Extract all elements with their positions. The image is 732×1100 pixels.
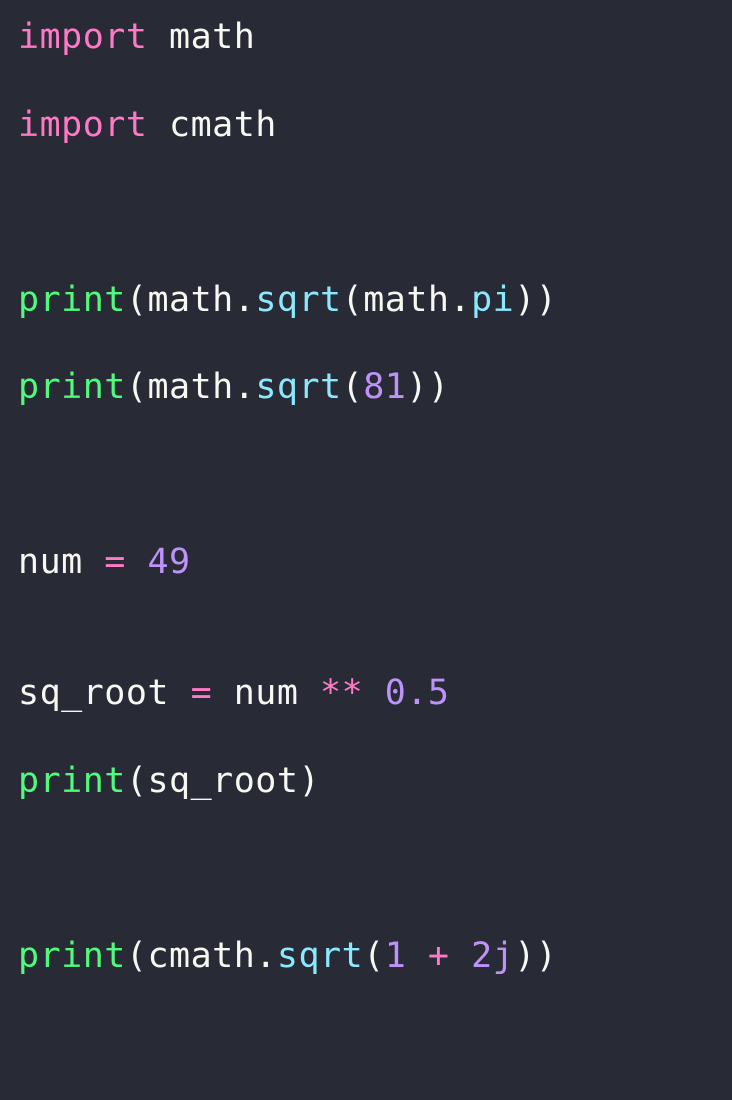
token-operator: + [428, 936, 450, 976]
token-default: cmath [147, 936, 255, 976]
token-default: . [234, 280, 256, 320]
token-paren: )) [514, 280, 557, 320]
token-default: math [147, 280, 233, 320]
token-paren: ( [126, 761, 148, 801]
token-default [449, 936, 471, 976]
token-method: sqrt [255, 367, 341, 407]
token-default: num [18, 542, 104, 582]
token-method: pi [471, 280, 514, 320]
token-default: cmath [147, 105, 276, 145]
token-paren: ( [363, 936, 385, 976]
token-default: math [147, 17, 255, 57]
token-builtin: print [18, 280, 126, 320]
token-default: math [147, 367, 233, 407]
token-operator: ** [320, 673, 363, 713]
token-builtin: print [18, 367, 126, 407]
token-number: 1 [385, 936, 407, 976]
token-operator: = [191, 673, 213, 713]
token-paren: ( [342, 280, 364, 320]
token-default: sq_root [147, 761, 298, 801]
token-keyword: import [18, 17, 147, 57]
token-default: sq_root [18, 673, 191, 713]
token-default [126, 542, 148, 582]
token-paren: ( [126, 367, 148, 407]
token-paren: )) [514, 936, 557, 976]
token-method: sqrt [255, 280, 341, 320]
token-paren: ( [126, 280, 148, 320]
token-default: . [449, 280, 471, 320]
token-number: 2j [471, 936, 514, 976]
token-paren: ) [298, 761, 320, 801]
token-paren: ( [342, 367, 364, 407]
token-number: 49 [147, 542, 190, 582]
token-builtin: print [18, 936, 126, 976]
token-paren: )) [406, 367, 449, 407]
token-default [406, 936, 428, 976]
token-default [363, 673, 385, 713]
code-block: import math import cmath print(math.sqrt… [0, 0, 732, 995]
token-keyword: import [18, 105, 147, 145]
token-default: . [234, 367, 256, 407]
token-builtin: print [18, 761, 126, 801]
token-number: 0.5 [385, 673, 450, 713]
token-method: sqrt [277, 936, 363, 976]
token-number: 81 [363, 367, 406, 407]
token-default: . [255, 936, 277, 976]
token-operator: = [104, 542, 126, 582]
token-default: num [212, 673, 320, 713]
token-paren: ( [126, 936, 148, 976]
token-default: math [363, 280, 449, 320]
